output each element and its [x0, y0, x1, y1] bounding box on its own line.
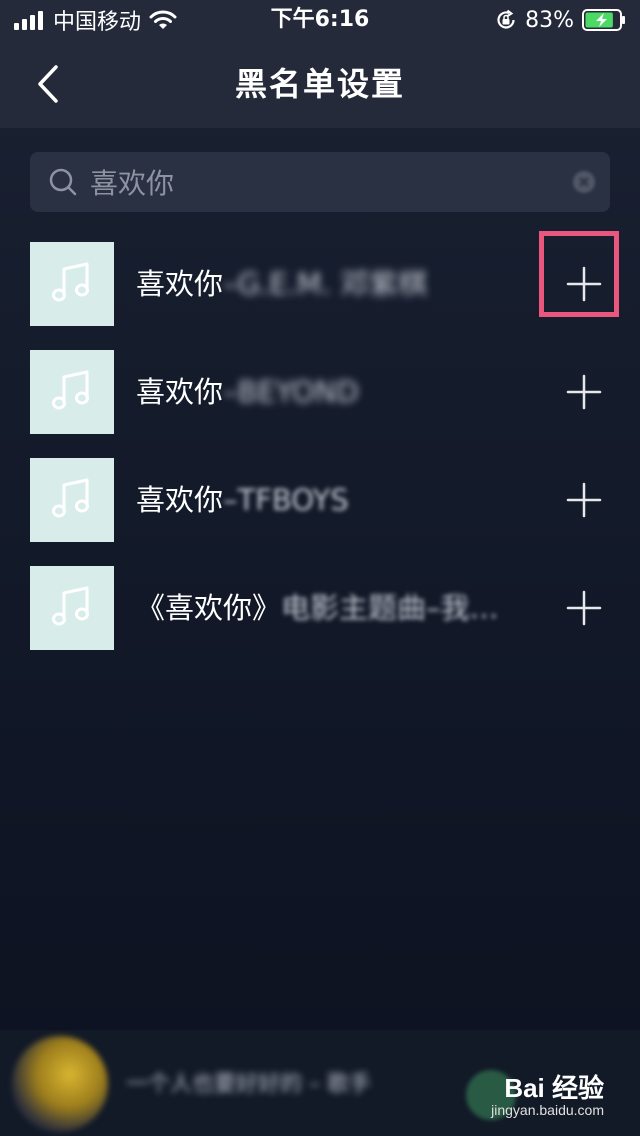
- song-title: 喜欢你: [136, 375, 224, 409]
- song-item[interactable]: 《喜欢你》电影主题曲–我…: [0, 566, 640, 674]
- plus-icon[interactable]: [562, 370, 606, 414]
- song-title: 喜欢你: [136, 483, 224, 517]
- page-title: 黑名单设置: [234, 65, 405, 103]
- plus-icon[interactable]: [562, 586, 606, 630]
- status-right: 83%: [495, 6, 626, 34]
- song-text: 喜欢你–TFBOYS: [136, 458, 536, 542]
- song-cover: [30, 242, 114, 326]
- search-icon: [49, 168, 77, 196]
- battery-charging-icon: [582, 9, 625, 31]
- song-title: 喜欢你: [136, 267, 224, 301]
- song-cover: [30, 350, 114, 434]
- mini-player[interactable]: 一个人也要好好的 – 歌手 Bai 经验 jingyan.baidu.com: [0, 1030, 640, 1136]
- watermark-url: jingyan.baidu.com: [491, 1102, 604, 1118]
- song-artist: –BEYOND: [223, 375, 359, 409]
- song-artist: –G.E.M. 邓紫棋: [223, 267, 428, 301]
- song-title: 《喜欢你》: [136, 591, 282, 625]
- song-item[interactable]: 喜欢你–G.E.M. 邓紫棋: [0, 242, 640, 350]
- now-playing-text: 一个人也要好好的 – 歌手: [126, 1072, 371, 1097]
- rotation-lock-icon: [497, 9, 515, 29]
- search-bar[interactable]: [30, 152, 610, 212]
- music-note-icon: [52, 586, 89, 626]
- nav-bar: 黑名单设置: [0, 40, 640, 128]
- album-art: [12, 1036, 108, 1132]
- song-text: 喜欢你–BEYOND: [136, 350, 536, 434]
- song-cover: [30, 566, 114, 650]
- screen: 中国移动 下午6:16 83% 黑名单设置 喜欢你 喜欢你–G.E.M. 邓紫棋…: [0, 0, 640, 1136]
- song-text: 《喜欢你》电影主题曲–我…: [136, 566, 536, 650]
- battery-percent: 83%: [525, 7, 574, 33]
- plus-icon[interactable]: [562, 262, 606, 306]
- watermark: Bai 经验 jingyan.baidu.com: [454, 1068, 604, 1124]
- song-list: 喜欢你–G.E.M. 邓紫棋 喜欢你–BEYOND 喜欢你–TFBOYS 《喜欢…: [0, 242, 640, 674]
- music-note-icon: [52, 370, 89, 410]
- music-note-icon: [52, 478, 89, 518]
- song-artist: –TFBOYS: [223, 483, 349, 517]
- song-item[interactable]: 喜欢你–BEYOND: [0, 350, 640, 458]
- clear-icon[interactable]: [572, 170, 596, 194]
- music-note-icon: [52, 262, 89, 302]
- watermark-logo: Bai 经验: [504, 1073, 604, 1103]
- song-item[interactable]: 喜欢你–TFBOYS: [0, 458, 640, 566]
- search-input[interactable]: [90, 152, 550, 212]
- song-cover: [30, 458, 114, 542]
- song-text: 喜欢你–G.E.M. 邓紫棋: [136, 242, 536, 326]
- status-bar: 中国移动 下午6:16 83%: [0, 0, 640, 40]
- song-artist: 电影主题曲–我…: [281, 591, 499, 625]
- plus-icon[interactable]: [562, 478, 606, 522]
